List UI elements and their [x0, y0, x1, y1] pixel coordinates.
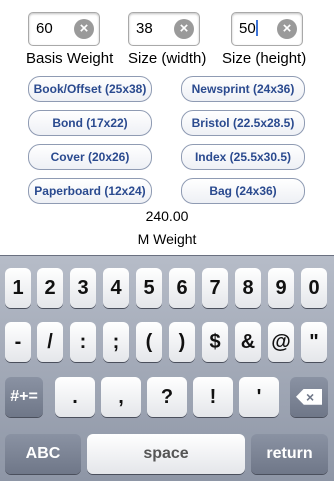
key-1[interactable]: 1	[5, 268, 31, 308]
key-4[interactable]: 4	[103, 268, 129, 308]
space-key[interactable]: space	[87, 434, 245, 474]
key-3[interactable]: 3	[70, 268, 96, 308]
preset-book-offset-button[interactable]: Book/Offset (25x38)	[28, 76, 152, 102]
key-close-paren[interactable]: )	[169, 322, 195, 362]
size-width-value: 38	[136, 20, 153, 37]
clear-icon[interactable]: ×	[277, 19, 297, 39]
size-width-label: Size (width)	[128, 50, 207, 67]
key-2[interactable]: 2	[37, 268, 63, 308]
text-caret	[255, 20, 258, 36]
key-0[interactable]: 0	[301, 268, 327, 308]
basis-weight-field[interactable]: 60 ×	[28, 12, 100, 46]
key-ampersand[interactable]: &	[235, 322, 261, 362]
preset-bond-button[interactable]: Bond (17x22)	[28, 110, 152, 136]
preset-bristol-button[interactable]: Bristol (22.5x28.5)	[181, 110, 305, 136]
key-question[interactable]: ?	[147, 377, 187, 417]
symbols-key[interactable]: #+=	[5, 377, 43, 417]
key-dollar[interactable]: $	[202, 322, 228, 362]
abc-key[interactable]: ABC	[5, 434, 81, 474]
preset-cover-button[interactable]: Cover (20x26)	[28, 144, 152, 170]
result-label: M Weight	[137, 231, 197, 247]
key-6[interactable]: 6	[169, 268, 195, 308]
result-value: 240.00	[145, 208, 189, 224]
key-slash[interactable]: /	[37, 322, 63, 362]
key-7[interactable]: 7	[202, 268, 228, 308]
size-height-label: Size (height)	[222, 50, 307, 67]
basis-weight-label: Basis Weight	[26, 50, 114, 67]
size-width-field[interactable]: 38 ×	[128, 12, 200, 46]
key-8[interactable]: 8	[235, 268, 261, 308]
size-height-value: 50	[239, 20, 258, 37]
preset-bag-button[interactable]: Bag (24x36)	[181, 178, 305, 204]
key-9[interactable]: 9	[268, 268, 294, 308]
calculator-panel: 60 × 38 × 50 × Basis Weight Size (width)…	[0, 0, 334, 255]
key-at[interactable]: @	[268, 322, 294, 362]
backspace-key[interactable]: ×	[290, 377, 328, 417]
key-period[interactable]: .	[55, 377, 95, 417]
key-semicolon[interactable]: ;	[103, 322, 129, 362]
key-apostrophe[interactable]: '	[239, 377, 279, 417]
basis-weight-value: 60	[36, 20, 53, 37]
clear-icon[interactable]: ×	[174, 19, 194, 39]
key-open-paren[interactable]: (	[136, 322, 162, 362]
preset-newsprint-button[interactable]: Newsprint (24x36)	[181, 76, 305, 102]
return-key[interactable]: return	[251, 434, 328, 474]
backspace-icon: ×	[296, 388, 322, 405]
key-exclamation[interactable]: !	[193, 377, 233, 417]
clear-icon[interactable]: ×	[74, 19, 94, 39]
key-colon[interactable]: :	[70, 322, 96, 362]
preset-index-button[interactable]: Index (25.5x30.5)	[181, 144, 305, 170]
key-comma[interactable]: ,	[101, 377, 141, 417]
key-quote[interactable]: "	[301, 322, 327, 362]
preset-paperboard-button[interactable]: Paperboard (12x24)	[28, 178, 152, 204]
key-5[interactable]: 5	[136, 268, 162, 308]
size-height-field[interactable]: 50 ×	[231, 12, 303, 46]
key-minus[interactable]: -	[5, 322, 31, 362]
keyboard: 1 2 3 4 5 6 7 8 9 0 - / : ; ( ) $ & @ " …	[0, 255, 334, 481]
